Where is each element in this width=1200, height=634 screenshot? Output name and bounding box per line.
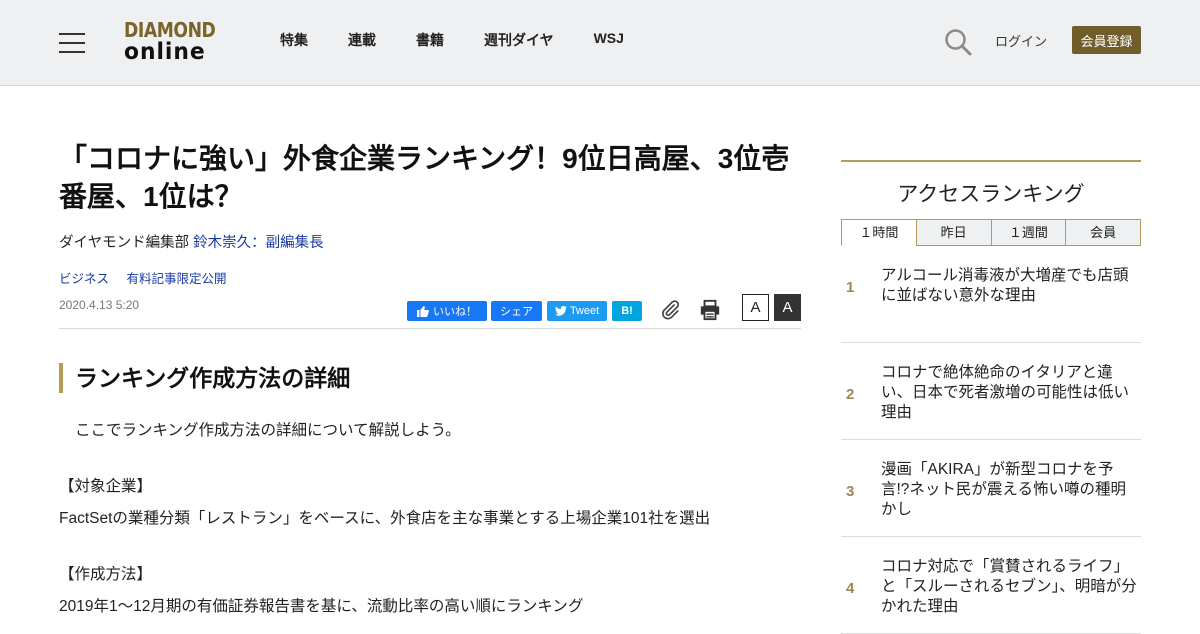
- article-title: 「コロナに強い」外食企業ランキング！9位日高屋、3位壱番屋、1位は？: [59, 143, 790, 212]
- ranking-list: 1 アルコール消毒液が大増産でも店頭に並ばない意外な理由 2 コロナで絶体絶命の…: [841, 246, 1141, 634]
- ranking-number: 1: [846, 279, 855, 296]
- publish-date: 2020.4.13 5:20: [59, 298, 140, 312]
- target-label: 【対象企業】: [59, 478, 153, 495]
- ranking-title: アクセスランキング: [841, 160, 1141, 219]
- access-ranking: アクセスランキング １時間 昨日 １週間 会員 1 アルコール消毒液が大増産でも…: [841, 160, 1141, 634]
- nav-item-series[interactable]: 連載: [348, 30, 376, 50]
- article: 「コロナに強い」外食企業ランキング！9位日高屋、3位壱番屋、1位は？ ダイヤモン…: [59, 140, 801, 619]
- ranking-item-title: アルコール消毒液が大増産でも店頭に並ばない意外な理由: [881, 267, 1129, 304]
- facebook-like-button[interactable]: いいね！: [407, 301, 487, 321]
- intro-paragraph: ここでランキング作成方法の詳細について解説しよう。: [75, 422, 461, 439]
- logo-top-text: DIAMOND: [124, 18, 216, 42]
- tweet-label: Tweet: [569, 305, 600, 317]
- site-header: DIAMOND online 特集 連載 書籍 週刊ダイヤ WSJ ログイン 会…: [0, 0, 1200, 86]
- method-label: 【作成方法】: [59, 566, 153, 583]
- thumbs-up-icon: [417, 305, 429, 317]
- menu-icon[interactable]: [59, 31, 85, 53]
- target-paragraph: FactSetの業種分類「レストラン」をベースに、外食店を主な事業とする上場企業…: [59, 510, 711, 527]
- ranking-item-title: 漫画「AKIRA」が新型コロナを予言!?ネット民が震える怖い噂の種明かし: [881, 461, 1126, 518]
- font-size-large-button[interactable]: A: [774, 294, 801, 321]
- tag-list: ビジネス 有料記事限定公開: [59, 268, 801, 287]
- tab-members[interactable]: 会員: [1065, 219, 1141, 246]
- article-meta-bar: 2020.4.13 5:20 いいね！ シェア Tweet B! A A: [59, 293, 801, 329]
- nav-item-weekly-diamond[interactable]: 週刊ダイヤ: [484, 30, 554, 50]
- search-icon[interactable]: [944, 28, 972, 56]
- printer-icon[interactable]: [699, 299, 721, 321]
- ranking-item[interactable]: 4 コロナ対応で「賞賛されるライフ」と「スルーされるセブン」、明暗が分かれた理由: [841, 537, 1141, 634]
- register-button[interactable]: 会員登録: [1072, 26, 1141, 54]
- tab-1-week[interactable]: １週間: [990, 219, 1067, 246]
- ranking-item-title: コロナで絶体絶命のイタリアと違い、日本で死者激増の可能性は低い理由: [881, 364, 1130, 421]
- facebook-like-label: いいね！: [433, 306, 477, 318]
- byline-department: ダイヤモンド編集部: [59, 235, 190, 251]
- method-paragraph: 2019年1～12月期の有価証券報告書を基に、流動比率の高い順にランキング: [59, 598, 584, 615]
- ranking-item[interactable]: 3 漫画「AKIRA」が新型コロナを予言!?ネット民が震える怖い噂の種明かし: [841, 440, 1141, 537]
- hatena-bookmark-button[interactable]: B!: [612, 301, 642, 321]
- ranking-item[interactable]: 2 コロナで絶体絶命のイタリアと違い、日本で死者激増の可能性は低い理由: [841, 343, 1141, 440]
- twitter-bird-icon: [554, 306, 567, 316]
- tweet-button[interactable]: Tweet: [547, 301, 607, 321]
- author-link[interactable]: 鈴木崇久：副編集長: [193, 235, 324, 251]
- byline: ダイヤモンド編集部 鈴木崇久：副編集長: [59, 231, 801, 252]
- paperclip-icon[interactable]: [659, 299, 681, 321]
- font-size-small-button[interactable]: A: [742, 294, 769, 321]
- nav-item-features[interactable]: 特集: [280, 30, 308, 50]
- site-logo[interactable]: DIAMOND online: [124, 20, 228, 66]
- tag-business[interactable]: ビジネス: [59, 272, 109, 286]
- nav-item-wsj[interactable]: WSJ: [594, 30, 624, 50]
- ranking-item-title: コロナ対応で「賞賛されるライフ」と「スルーされるセブン」、明暗が分かれた理由: [881, 558, 1137, 615]
- ranking-item[interactable]: 1 アルコール消毒液が大増産でも店頭に並ばない意外な理由: [841, 246, 1141, 343]
- tab-1-hour[interactable]: １時間: [841, 219, 917, 246]
- section-heading: ランキング作成方法の詳細: [59, 363, 801, 393]
- ranking-number: 2: [846, 386, 855, 403]
- logo-bottom-text: online: [124, 39, 206, 65]
- ranking-number: 4: [846, 580, 855, 597]
- ranking-tabs: １時間 昨日 １週間 会員: [841, 219, 1141, 246]
- ranking-number: 3: [846, 483, 855, 500]
- tag-paid-limited[interactable]: 有料記事限定公開: [127, 272, 227, 286]
- login-link[interactable]: ログイン: [995, 31, 1047, 50]
- nav-item-books[interactable]: 書籍: [416, 30, 444, 50]
- main-nav: 特集 連載 書籍 週刊ダイヤ WSJ: [280, 30, 664, 50]
- tab-yesterday[interactable]: 昨日: [915, 219, 992, 246]
- facebook-share-button[interactable]: シェア: [491, 301, 542, 321]
